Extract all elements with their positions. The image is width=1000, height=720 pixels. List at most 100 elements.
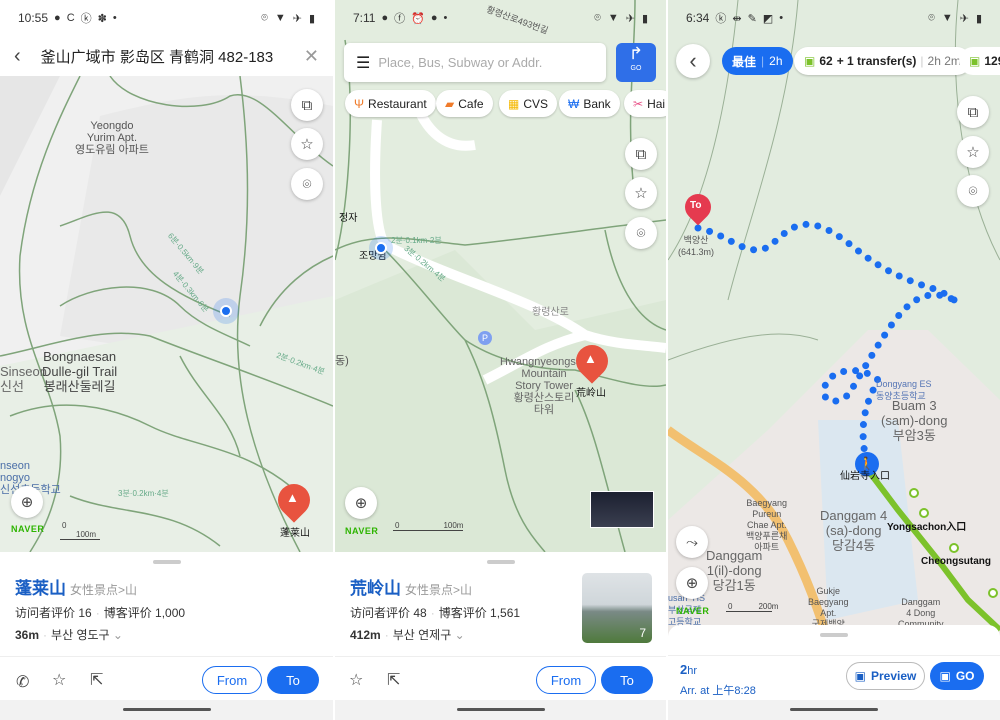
route-option-bus-129[interactable]: ▣129 [959,47,1000,75]
chip-hair[interactable]: ✂ Hai [624,90,666,117]
map-label-buam: Buam 3 (sam)-dong 부암3동 [881,398,948,443]
route-options-icon[interactable]: ⤳ [676,526,708,558]
chip-bank[interactable]: ₩ Bank [559,90,620,117]
marker-label: 蓬莱山 [280,528,310,539]
route-label: 最佳 [732,54,757,69]
divider [0,656,333,657]
sheet-handle[interactable] [486,560,515,564]
street-view-thumbnail[interactable] [590,491,654,528]
place-info-sheet: 荒岭山 女性景点>山 访问者评价 48 · 博客评价 1,561 412m · 부산 연제… [335,552,666,700]
chip-restaurant[interactable]: Ψ Restaurant [345,90,436,117]
place-name[interactable]: 荒岭山 [350,579,401,598]
road-label: 황령산로 [532,307,569,318]
route-time: 2h [769,54,783,68]
from-button[interactable]: From [536,666,596,694]
chevron-down-icon[interactable]: ⌄ [455,628,465,642]
to-button[interactable]: To [601,666,653,694]
share-icon[interactable]: ⇱ [387,670,400,690]
star-icon[interactable]: ☆ [52,670,66,690]
review-row: 访问者评价 16 · 博客评价 1,000 [15,606,186,620]
turn-arrow-icon: ↱ [628,44,644,63]
preview-label: Preview [870,669,917,683]
phone-icon[interactable]: ✆ [16,672,29,692]
my-location-icon[interactable]: ⊕ [11,486,43,518]
sheet-handle[interactable] [820,633,848,637]
fork-knife-icon: Ψ [354,96,365,111]
location-pin-icon[interactable]: ⌾ [291,168,323,200]
place-name[interactable]: 蓬莱山 [15,579,66,598]
location-pin-icon[interactable]: ⌾ [957,175,989,207]
to-button[interactable]: To [267,666,319,694]
map-label-sinseon: Sinseon 신선 [0,364,47,394]
favorite-star-icon[interactable]: ☆ [957,136,989,168]
my-location-icon[interactable]: ⊕ [345,487,377,519]
airplane-icon: ✈ [625,12,635,25]
favorite-star-icon[interactable]: ☆ [291,128,323,160]
distance-row: 36m · 부산 영도구 ⌄ [15,628,123,642]
back-icon[interactable]: ‹ [14,45,21,68]
preview-button[interactable]: ▣ Preview [846,662,925,690]
airplane-icon: ✈ [959,12,969,25]
map-view[interactable]: Yeongdo Yurim Apt. 영도유림 아파트 Bongnaesan D… [0,76,333,552]
route-option-bus-62[interactable]: ▣ 62 + 1 transfer(s) | 2h 2m [794,47,971,75]
search-input[interactable]: ☰ Place, Bus, Subway or Addr. [344,43,606,82]
wifi-icon: ▼ [941,11,953,24]
map-label-cheongsutang: Cheongsutang [921,556,991,567]
bus-icon: ▣ [939,669,951,683]
transfer-count: + 1 transfer(s) [836,54,917,68]
region[interactable]: 부산 영도구 [51,628,110,642]
messenger-icon: ● [54,12,61,24]
back-button[interactable]: ‹ [676,44,710,78]
my-location-icon[interactable]: ⊕ [676,567,708,599]
bus-number: 129 [984,54,1000,68]
status-time: 10:55 [18,11,49,25]
place-photo[interactable]: 7 [582,573,652,643]
region[interactable]: 부산 연제구 [393,628,452,642]
store-icon: ▦ [508,96,520,111]
visitor-reviews[interactable]: 访问者评价 16 [15,606,92,620]
map-label-start: 仙岩寺入口 [840,471,890,482]
map-view[interactable]: 황령산로493번길 정자 조망쉼 황령산로 3분·0.2km·4분 2분·0.1… [335,0,666,552]
map-scale: 0 200m [726,602,778,612]
place-title[interactable]: 荒岭山 女性景点>山 [350,574,472,599]
scale-zero: 0 [395,521,400,530]
battery-icon: ▮ [308,12,315,25]
phone-screen-3: To 백양산 (641.3m) Dongyang ES 동양초등학교 Buam … [668,0,1000,720]
naver-logo: NAVER [676,606,710,616]
chip-label: Bank [583,96,611,111]
sheet-handle[interactable] [152,560,181,564]
directions-go-button[interactable]: ↱ GO [616,43,656,82]
place-category: 女性景点>山 [70,583,138,597]
distance: 412m [350,628,381,642]
chip-cvs[interactable]: ▦ CVS [499,90,558,117]
layers-icon[interactable]: ⧉ [957,96,989,128]
from-button[interactable]: From [202,666,262,694]
chip-label: Hai [647,96,666,111]
go-label: GO [630,65,642,72]
bus-icon: ▣ [969,54,981,68]
blog-reviews[interactable]: 博客评价 1,561 [439,606,520,620]
location-pin-icon[interactable]: ⌾ [625,217,657,249]
map-label-yongsachon: Yongsachon入口 [887,522,967,533]
layers-icon[interactable]: ⧉ [291,89,323,121]
leaf-icon: ✽ [97,12,107,25]
blog-reviews[interactable]: 博客评价 1,000 [104,606,185,620]
close-icon[interactable]: ✕ [304,46,319,67]
favorite-star-icon[interactable]: ☆ [625,177,657,209]
parking-icon: P [478,331,492,345]
visitor-reviews[interactable]: 访问者评价 48 [350,606,427,620]
place-title[interactable]: 蓬莱山 女性景点>山 [15,574,137,599]
chevron-down-icon[interactable]: ⌄ [113,628,123,642]
share-icon[interactable]: ⇱ [90,670,103,690]
menu-icon[interactable]: ☰ [356,53,370,73]
map-label-pavilion: 정자 [339,213,358,224]
map-label-danggam1: Danggam 1(il)-dong 당감1동 [706,548,763,593]
chip-cafe[interactable]: ▰ Cafe [436,90,493,117]
star-icon[interactable]: ☆ [349,670,363,690]
address-field[interactable]: 釜山广域市 影岛区 青鹤洞 482-183 [41,46,274,67]
scale-zero: 0 [62,521,67,530]
layers-icon[interactable]: ⧉ [625,138,657,170]
map-view[interactable]: To 백양산 (641.3m) Dongyang ES 동양초등학교 Buam … [668,0,1000,640]
go-button[interactable]: ▣ GO [930,662,984,690]
route-option-best[interactable]: 最佳 | 2h [722,47,793,75]
